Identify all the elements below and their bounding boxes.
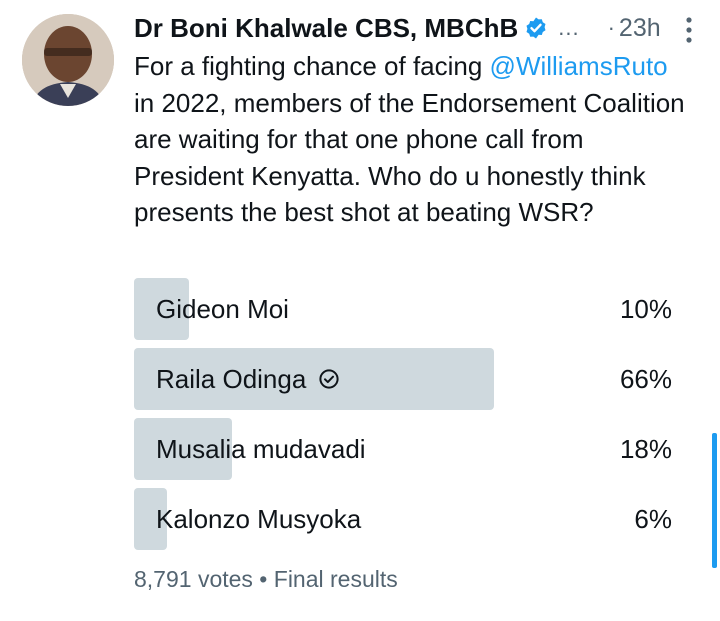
poll-vote-count: 8,791 votes <box>134 566 253 592</box>
poll-option: Musalia mudavadi 18% <box>134 418 680 480</box>
tweet-text-start: For a fighting chance of facing <box>134 51 490 81</box>
tweet-text-end: in 2022, members of the Endorsement Coal… <box>134 87 685 228</box>
poll-option-label: Kalonzo Musyoka <box>156 503 362 534</box>
mention-link[interactable]: @WilliamsRuto <box>490 51 668 81</box>
time-separator: · <box>607 15 615 40</box>
tweet-header: Dr Boni Khalwale CBS, MBChB ... · 23h <box>134 10 720 46</box>
poll-option: Gideon Moi 10% <box>134 278 680 340</box>
author-avatar[interactable] <box>22 14 114 106</box>
poll-option: Raila Odinga 66% <box>134 348 680 410</box>
check-circle-icon <box>319 369 339 389</box>
verified-badge-icon <box>526 17 546 39</box>
avatar-image <box>22 14 114 106</box>
poll-option-label: Gideon Moi <box>156 293 289 324</box>
footer-separator: • <box>252 566 274 592</box>
poll-option-percent: 6% <box>634 503 672 534</box>
poll-option-percent: 18% <box>619 433 672 464</box>
tweet-text: For a fighting chance of facing @William… <box>134 48 694 231</box>
scrollbar[interactable] <box>712 433 717 568</box>
author-name[interactable]: Dr Boni Khalwale CBS, MBChB <box>134 13 518 44</box>
poll-footer: 8,791 votes • Final results <box>134 566 398 593</box>
poll-option-percent: 10% <box>619 293 672 324</box>
poll-option-label: Raila Odinga <box>156 363 307 394</box>
more-vertical-icon[interactable] <box>686 16 692 44</box>
poll-option-percent: 66% <box>619 363 672 394</box>
tweet-timestamp[interactable]: 23h <box>619 14 661 43</box>
name-truncation-ellipsis: ... <box>558 15 580 40</box>
poll-option-label: Musalia mudavadi <box>156 433 366 464</box>
poll-status: Final results <box>273 566 398 592</box>
poll-option: Kalonzo Musyoka 6% <box>134 488 680 550</box>
